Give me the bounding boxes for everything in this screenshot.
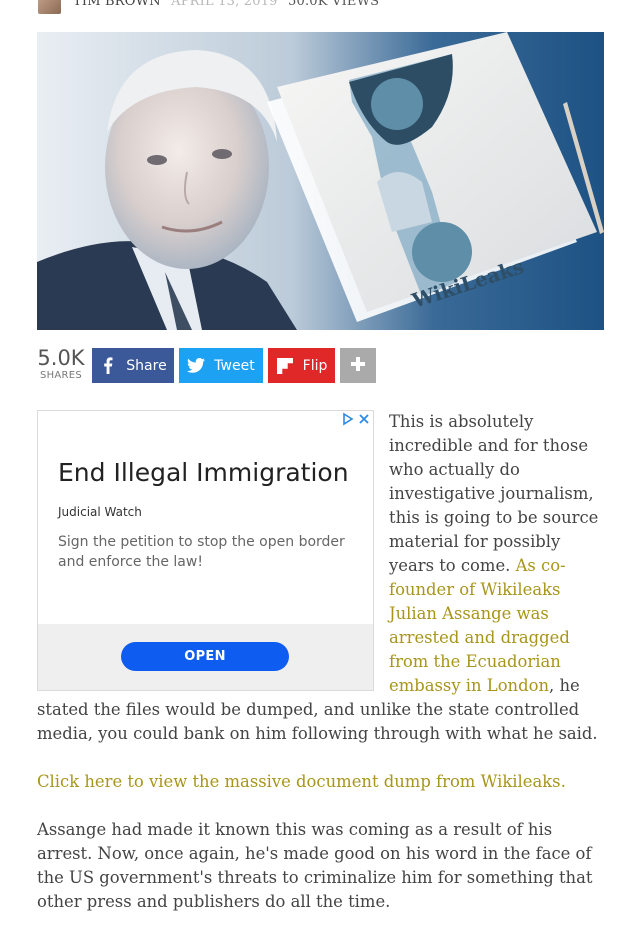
author-avatar[interactable] [38, 0, 61, 14]
more-share-button[interactable] [340, 348, 376, 383]
article-body: This is absolutely incredible and for th… [37, 410, 603, 938]
share-count: 5.0K SHARES [37, 346, 85, 382]
share-count-number: 5.0K [37, 346, 85, 370]
flipboard-flip-label: Flip [302, 357, 328, 374]
paragraph-1-lead: This is absolutely incredible and for th… [389, 412, 599, 575]
publish-date: APRIL 13, 2019 [171, 0, 278, 9]
flipboard-icon [276, 357, 294, 374]
facebook-icon [99, 357, 117, 374]
share-count-label: SHARES [39, 370, 83, 381]
document-dump-link[interactable]: Click here to view the massive document … [37, 772, 566, 791]
article-paragraph-2: Click here to view the massive document … [37, 770, 603, 794]
byline-text: TIM BROWN APRIL 13, 2019 50.0K VIEWS [73, 0, 379, 9]
hero-image: WikiLeaks [37, 32, 604, 330]
facebook-share-label: Share [126, 357, 167, 374]
plus-icon [351, 356, 365, 375]
hero-illustration: WikiLeaks [37, 32, 604, 330]
ad-float-spacer [37, 410, 389, 698]
twitter-tweet-label: Tweet [214, 357, 255, 374]
author-name[interactable]: TIM BROWN [73, 0, 161, 9]
flipboard-flip-button[interactable]: Flip [268, 348, 335, 383]
twitter-icon [187, 358, 206, 373]
byline: TIM BROWN APRIL 13, 2019 50.0K VIEWS [0, 0, 627, 14]
twitter-tweet-button[interactable]: Tweet [179, 348, 263, 383]
assange-arrest-link[interactable]: As co-founder of Wikileaks Julian Assang… [389, 556, 570, 695]
article-paragraph-3: Assange had made it known this was comin… [37, 820, 593, 911]
view-count: 50.0K VIEWS [288, 0, 380, 9]
facebook-share-button[interactable]: Share [92, 348, 174, 383]
